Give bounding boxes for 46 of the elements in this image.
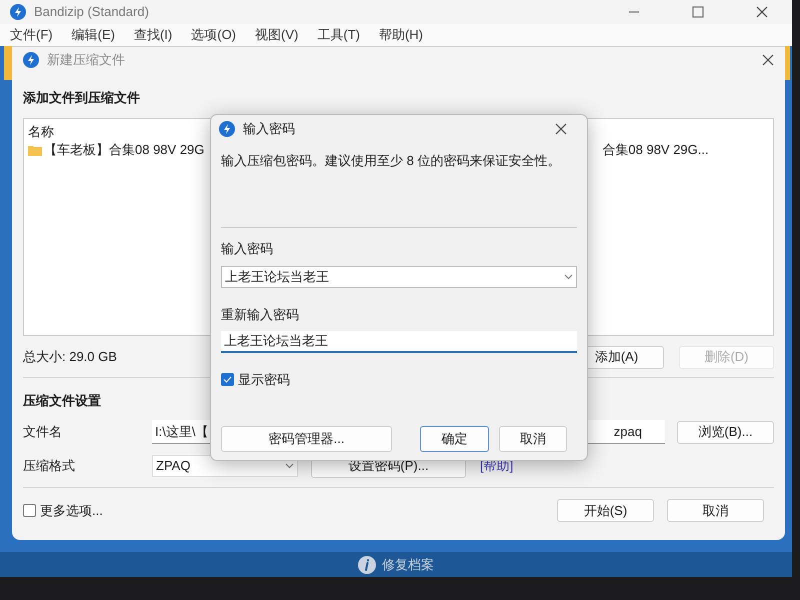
more-options-checkbox[interactable] (23, 504, 36, 517)
field-label: 文件名 (23, 423, 63, 442)
password-manager-button[interactable]: 密码管理器... (221, 426, 392, 452)
repair-archive-label[interactable]: 修复档案 (382, 554, 434, 574)
section-heading: 添加文件到压缩文件 (23, 89, 141, 107)
menu-item[interactable]: 工具(T) (317, 25, 360, 45)
dialog-title: 输入密码 (243, 120, 295, 138)
notification-strip (4, 46, 12, 80)
info-icon (358, 556, 376, 574)
notification-strip (785, 46, 790, 80)
maximize-icon[interactable] (692, 6, 704, 18)
field-label: 输入密码 (221, 240, 274, 258)
cancel-button[interactable]: 取消 (667, 499, 764, 522)
table-cell-text: 合集08 98V 29G... (602, 141, 709, 160)
menu-item[interactable]: 查找(I) (134, 25, 172, 45)
menu-item[interactable]: 视图(V) (255, 25, 298, 45)
menu-item[interactable]: 编辑(E) (72, 25, 115, 45)
ok-button[interactable]: 确定 (420, 426, 489, 452)
menu-item[interactable]: 文件(F) (10, 25, 53, 45)
chevron-icon (285, 463, 294, 469)
window-title: Bandizip (Standard) (34, 3, 149, 22)
dialog-message: 输入压缩包密码。建议使用至少 8 位的密码来保证安全性。 (221, 152, 562, 170)
close-icon[interactable] (555, 122, 567, 134)
password-field[interactable]: 上老王论坛当老王 (221, 266, 577, 288)
show-password-checkbox[interactable] (221, 372, 234, 386)
app-logo-icon (23, 52, 39, 68)
checkbox-label: 显示密码 (238, 370, 290, 388)
checkbox-label: 更多选项... (40, 502, 104, 520)
close-icon[interactable] (756, 6, 768, 18)
app-logo-icon (10, 4, 26, 20)
cancel-button[interactable]: 取消 (498, 426, 567, 452)
total-size: 总大小: 29.0 GB (23, 348, 118, 366)
browse-button[interactable]: 浏览(B)... (677, 420, 774, 444)
close-icon[interactable] (762, 54, 774, 66)
file-name[interactable]: 【车老板】合集08 98V 29G (44, 140, 204, 160)
start-button[interactable]: 开始(S) (557, 499, 654, 522)
app-logo-icon (219, 120, 235, 136)
field-label: 重新输入密码 (221, 306, 300, 324)
field-label: 压缩格式 (23, 457, 76, 476)
repeat-password-field[interactable]: 上老王论坛当老王 (221, 330, 577, 352)
menu-item[interactable]: 选项(O) (191, 25, 236, 45)
dialog-title: 新建压缩文件 (47, 51, 125, 70)
chevron-icon (564, 274, 573, 280)
section-heading: 压缩文件设置 (23, 392, 102, 410)
menu-item[interactable]: 帮助(H) (378, 25, 424, 45)
folder-icon (28, 144, 42, 156)
